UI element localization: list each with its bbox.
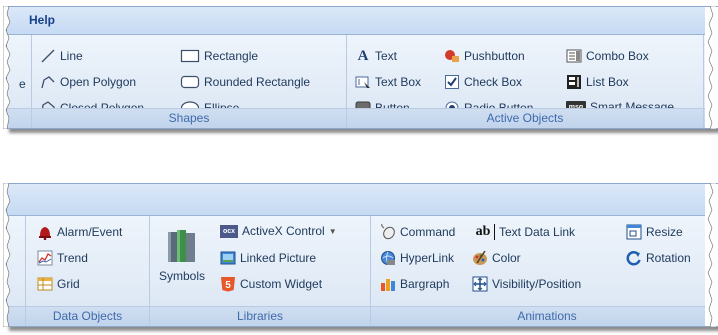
data-objects-group: Alarm/Event Trend Grid Data Objects	[26, 216, 150, 326]
text-box-label: Text Box	[375, 75, 422, 89]
ribbon-tab-bar: Help	[7, 7, 718, 35]
resize-button[interactable]: Resize	[626, 224, 683, 240]
check-box-button[interactable]: Check Box	[444, 74, 522, 90]
dropdown-arrow-icon[interactable]: ▼	[329, 227, 337, 236]
grid-label: Grid	[57, 277, 80, 291]
alarm-event-label: Alarm/Event	[57, 225, 123, 239]
check-box-label: Check Box	[464, 75, 523, 89]
rotation-button[interactable]: Rotation	[626, 250, 691, 266]
open-polygon-label: Open Polygon	[60, 75, 137, 89]
bottom-ribbon-panel: Alarm/Event Trend Grid Data Objects Symb…	[6, 183, 718, 327]
pushbutton-label: Pushbutton	[464, 49, 525, 63]
rounded-rectangle-icon	[180, 74, 200, 90]
alarm-bell-icon	[37, 224, 53, 240]
trend-chart-icon	[37, 250, 53, 266]
hyperlink-button[interactable]: HyperLink	[380, 250, 454, 266]
trend-label: Trend	[57, 251, 88, 265]
ribbon-body-2: Alarm/Event Trend Grid Data Objects Symb…	[7, 216, 718, 326]
rectangle-icon	[180, 48, 200, 64]
hyperlink-globe-icon	[380, 250, 396, 266]
custom-widget-button[interactable]: 5 Custom Widget	[220, 276, 322, 292]
linked-picture-icon	[220, 250, 236, 266]
bargraph-icon	[380, 276, 396, 292]
color-label: Color	[492, 251, 521, 265]
text-data-link-label: Text Data Link	[499, 225, 576, 239]
rectangle-button[interactable]: Rectangle	[180, 48, 258, 64]
pushbutton-icon	[444, 48, 460, 64]
linked-picture-button[interactable]: Linked Picture	[220, 250, 316, 266]
text-box-icon	[355, 74, 371, 90]
bargraph-label: Bargraph	[400, 277, 450, 291]
command-mouse-icon	[380, 224, 396, 240]
torn-right-edge-top	[707, 6, 716, 129]
tab-help[interactable]: Help	[29, 13, 55, 27]
rotation-label: Rotation	[646, 251, 691, 265]
activex-icon: ocx	[220, 224, 238, 238]
combo-box-button[interactable]: Combo Box	[566, 48, 649, 64]
top-ribbon-panel: Help e Line Open Polygon Closed Polygon	[6, 6, 718, 129]
text-data-link-icon: ab	[472, 224, 495, 240]
check-box-icon	[444, 74, 460, 90]
visibility-position-icon	[472, 276, 488, 292]
text-box-button[interactable]: Text Box	[355, 74, 421, 90]
color-button[interactable]: Color	[472, 250, 521, 266]
cut-fragment-label: e	[19, 77, 26, 91]
line-button[interactable]: Line	[40, 48, 83, 64]
command-button[interactable]: Command	[380, 224, 455, 240]
text-data-link-button[interactable]: ab Text Data Link	[472, 224, 575, 240]
visibility-position-button[interactable]: Visibility/Position	[472, 276, 581, 292]
activex-control-label: ActiveX Control	[242, 224, 325, 238]
active-objects-group: A Text Text Box Button Pushbutton Check …	[347, 35, 704, 128]
torn-left-edge-bottom	[3, 183, 11, 327]
resize-label: Resize	[646, 225, 683, 239]
text-button[interactable]: A Text	[355, 48, 397, 64]
symbols-library-icon	[165, 228, 199, 269]
ribbon-body: e Line Open Polygon Closed Polygon Recta…	[7, 35, 718, 128]
animations-group: Command HyperLink Bargraph ab Text Data …	[371, 216, 718, 326]
line-icon	[40, 48, 56, 64]
color-palette-icon	[472, 250, 488, 266]
text-icon: A	[357, 47, 369, 64]
list-box-icon	[566, 74, 582, 90]
grid-table-icon	[37, 276, 53, 292]
html5-icon: 5	[220, 276, 236, 292]
shapes-group-title: Shapes	[32, 108, 346, 128]
list-box-button[interactable]: List Box	[566, 74, 629, 90]
ribbon-tab-bar-2	[7, 184, 718, 216]
rounded-rectangle-label: Rounded Rectangle	[204, 75, 311, 89]
text-label: Text	[375, 49, 398, 63]
line-label: Line	[60, 49, 83, 63]
animations-group-title: Animations	[371, 306, 718, 326]
alarm-event-button[interactable]: Alarm/Event	[37, 224, 122, 240]
custom-widget-label: Custom Widget	[240, 277, 323, 291]
active-objects-group-title: Active Objects	[347, 108, 703, 128]
combo-box-icon	[566, 48, 582, 64]
visibility-position-label: Visibility/Position	[492, 277, 582, 291]
symbols-label: Symbols	[158, 269, 205, 283]
list-box-label: List Box	[586, 75, 629, 89]
resize-icon	[626, 224, 642, 240]
data-objects-group-title: Data Objects	[26, 306, 149, 326]
svg-text:5: 5	[225, 280, 231, 291]
activex-control-button[interactable]: ocx ActiveX Control ▼	[220, 224, 337, 238]
combo-box-label: Combo Box	[586, 49, 649, 63]
shapes-group: Line Open Polygon Closed Polygon Rectang…	[32, 35, 347, 128]
pushbutton-button[interactable]: Pushbutton	[444, 48, 525, 64]
symbols-button[interactable]: Symbols	[154, 228, 210, 283]
libraries-group-title: Libraries	[150, 306, 370, 326]
torn-right-edge-bottom	[707, 183, 716, 327]
linked-picture-label: Linked Picture	[240, 251, 317, 265]
grid-button[interactable]: Grid	[37, 276, 80, 292]
open-polygon-button[interactable]: Open Polygon	[40, 74, 136, 90]
hyperlink-label: HyperLink	[400, 251, 455, 265]
bargraph-button[interactable]: Bargraph	[380, 276, 449, 292]
rotation-icon	[626, 250, 642, 266]
trend-button[interactable]: Trend	[37, 250, 88, 266]
libraries-group: Symbols ocx ActiveX Control ▼ Linked Pic…	[150, 216, 371, 326]
torn-left-edge-top	[3, 6, 11, 129]
open-polygon-icon	[40, 74, 56, 90]
rounded-rectangle-button[interactable]: Rounded Rectangle	[180, 74, 310, 90]
command-label: Command	[400, 225, 456, 239]
rectangle-label: Rectangle	[204, 49, 259, 63]
